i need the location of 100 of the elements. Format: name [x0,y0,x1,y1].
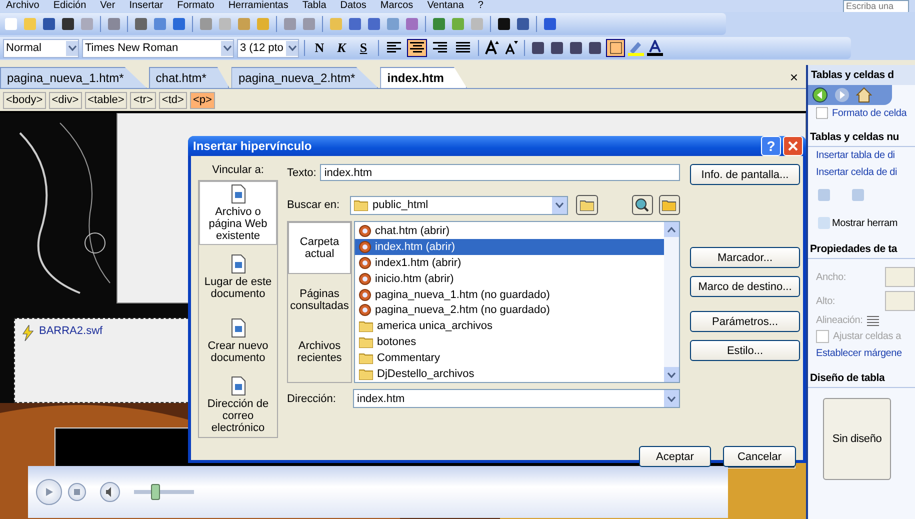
menu-item[interactable]: Ver [100,0,116,12]
screen-tip-button[interactable]: Info. de pantalla... [690,164,800,185]
menu-item[interactable]: Herramientas [228,0,288,12]
file-row[interactable]: index1.htm (abrir) [355,254,664,271]
show-tools-link[interactable]: Mostrar herram [832,218,898,228]
link-target-option[interactable]: Lugar de este documento [199,245,277,309]
look-in-label: Buscar en: [287,199,341,211]
tag-chip[interactable]: <body> [3,92,46,108]
file-row[interactable]: DjDestello_archivos [355,366,664,382]
back-icon[interactable] [812,87,828,103]
mute-button[interactable] [100,482,120,502]
file-row[interactable]: pagina_nueva_2.htm (no guardado) [355,302,664,318]
file-row[interactable]: pagina_nueva_1.htm (no guardado) [355,286,664,303]
file-row[interactable]: index.htm (abrir) [355,238,664,255]
web-page-icon [359,304,371,316]
folder-icon [359,368,373,380]
menu-item[interactable]: Ventana [427,0,464,12]
tag-chip[interactable]: <p> [190,92,215,108]
property-label: Ancho: [816,272,846,282]
dialog-title: Insertar hipervínculo [193,139,313,153]
tag-chip[interactable]: <td> [158,92,187,108]
text-field[interactable]: index.htm [320,164,680,181]
menu-item[interactable]: Tabla [302,0,326,12]
table-design-option[interactable]: Sin diseño [823,398,891,480]
tag-chip[interactable]: <tr> [130,92,156,108]
home-icon[interactable] [856,87,872,103]
search-web-icon [635,198,650,212]
alignment-icon [866,316,879,326]
menu-item[interactable]: Edición [53,0,86,12]
margins-link[interactable]: Establecer márgene [808,345,915,362]
format-cell-link[interactable]: Formato de celda [832,108,907,118]
address-field[interactable]: index.htm [353,389,680,408]
document-tab[interactable]: index.htm [380,67,467,88]
document-tab[interactable]: pagina_nueva_1.htm* [0,67,147,88]
italic-button[interactable]: K [332,39,351,57]
help-button[interactable]: ? [761,136,781,156]
property-label: Alineación: [816,315,863,326]
help-search-field[interactable]: Escriba una [843,0,909,12]
source-option[interactable]: Carpeta actual [288,222,351,274]
file-row[interactable]: chat.htm (abrir) [355,223,664,239]
file-row[interactable]: Commentary [355,350,664,366]
play-icon [44,487,54,497]
link-target-option[interactable]: Crear nuevo documento [199,309,277,373]
dialog-button[interactable]: Estilo... [690,340,800,361]
tag-chip[interactable]: <div> [48,92,82,108]
folder-icon [359,336,373,348]
menu-item[interactable]: Insertar [129,0,164,12]
task-link[interactable]: Insertar tabla de di [808,147,915,164]
link-target-option[interactable]: Dirección de correo electrónico [199,373,277,437]
cell-format-icon [816,107,828,119]
grow-font-icon[interactable] [484,40,500,56]
scrollbar[interactable] [664,222,679,382]
file-row[interactable]: botones [355,334,664,350]
autofit-checkbox[interactable] [816,330,829,343]
property-field[interactable] [885,291,915,311]
file-row[interactable]: america unica_archivos [355,318,664,334]
scroll-down-icon [667,372,676,378]
menu-item[interactable]: ? [478,0,484,12]
section-heading: Propiedades de ta [808,233,915,259]
size-dropdown[interactable]: 3 (12 pto [237,38,299,58]
link-target-option[interactable]: Archivo o página Web existente [199,181,277,245]
web-page-icon [359,224,371,237]
borders-button[interactable] [606,39,625,57]
forward-icon[interactable] [834,87,850,103]
up-folder-button[interactable] [576,195,598,215]
menu-item[interactable]: Datos [340,0,366,12]
align-center-button[interactable] [407,39,427,57]
style-dropdown[interactable]: Normal [3,38,79,58]
document-tab[interactable]: pagina_nueva_2.htm* [231,67,378,88]
document-tab[interactable]: chat.htm* [148,67,230,88]
look-in-dropdown[interactable]: public_html [350,196,568,214]
dialog-button[interactable]: Parámetros... [690,311,800,332]
close-tab-button[interactable]: × [790,68,798,84]
lightning-icon [21,325,35,341]
folder-icon [354,199,368,211]
cancel-button[interactable]: Cancelar [723,446,796,467]
task-link[interactable]: Insertar celda de di [808,164,915,181]
menu-item[interactable]: Formato [177,0,214,12]
stop-button[interactable] [68,483,86,501]
tag-chip[interactable]: <table> [84,92,128,108]
browse-web-button[interactable] [632,195,653,215]
menu-item[interactable]: Marcos [380,0,414,12]
font-color-icon[interactable] [647,40,663,56]
close-icon [788,141,798,151]
file-row[interactable]: inicio.htm (abrir) [355,270,664,287]
bold-button[interactable]: N [310,39,329,57]
play-button[interactable] [36,479,62,505]
menu-item[interactable]: Archivo [6,0,40,12]
close-button[interactable] [783,136,803,156]
folder-icon [359,352,373,364]
font-dropdown[interactable]: Times New Roman [82,38,234,58]
shrink-font-icon[interactable] [503,40,519,56]
web-page-icon [359,256,371,269]
dialog-button[interactable]: Marco de destino... [690,276,800,297]
property-field[interactable] [885,267,915,287]
ok-button[interactable]: Aceptar [639,446,711,467]
underline-button[interactable]: S [354,39,373,57]
dialog-button[interactable]: Marcador... [690,247,800,268]
browse-file-button[interactable] [658,195,680,215]
web-page-icon [359,272,371,285]
